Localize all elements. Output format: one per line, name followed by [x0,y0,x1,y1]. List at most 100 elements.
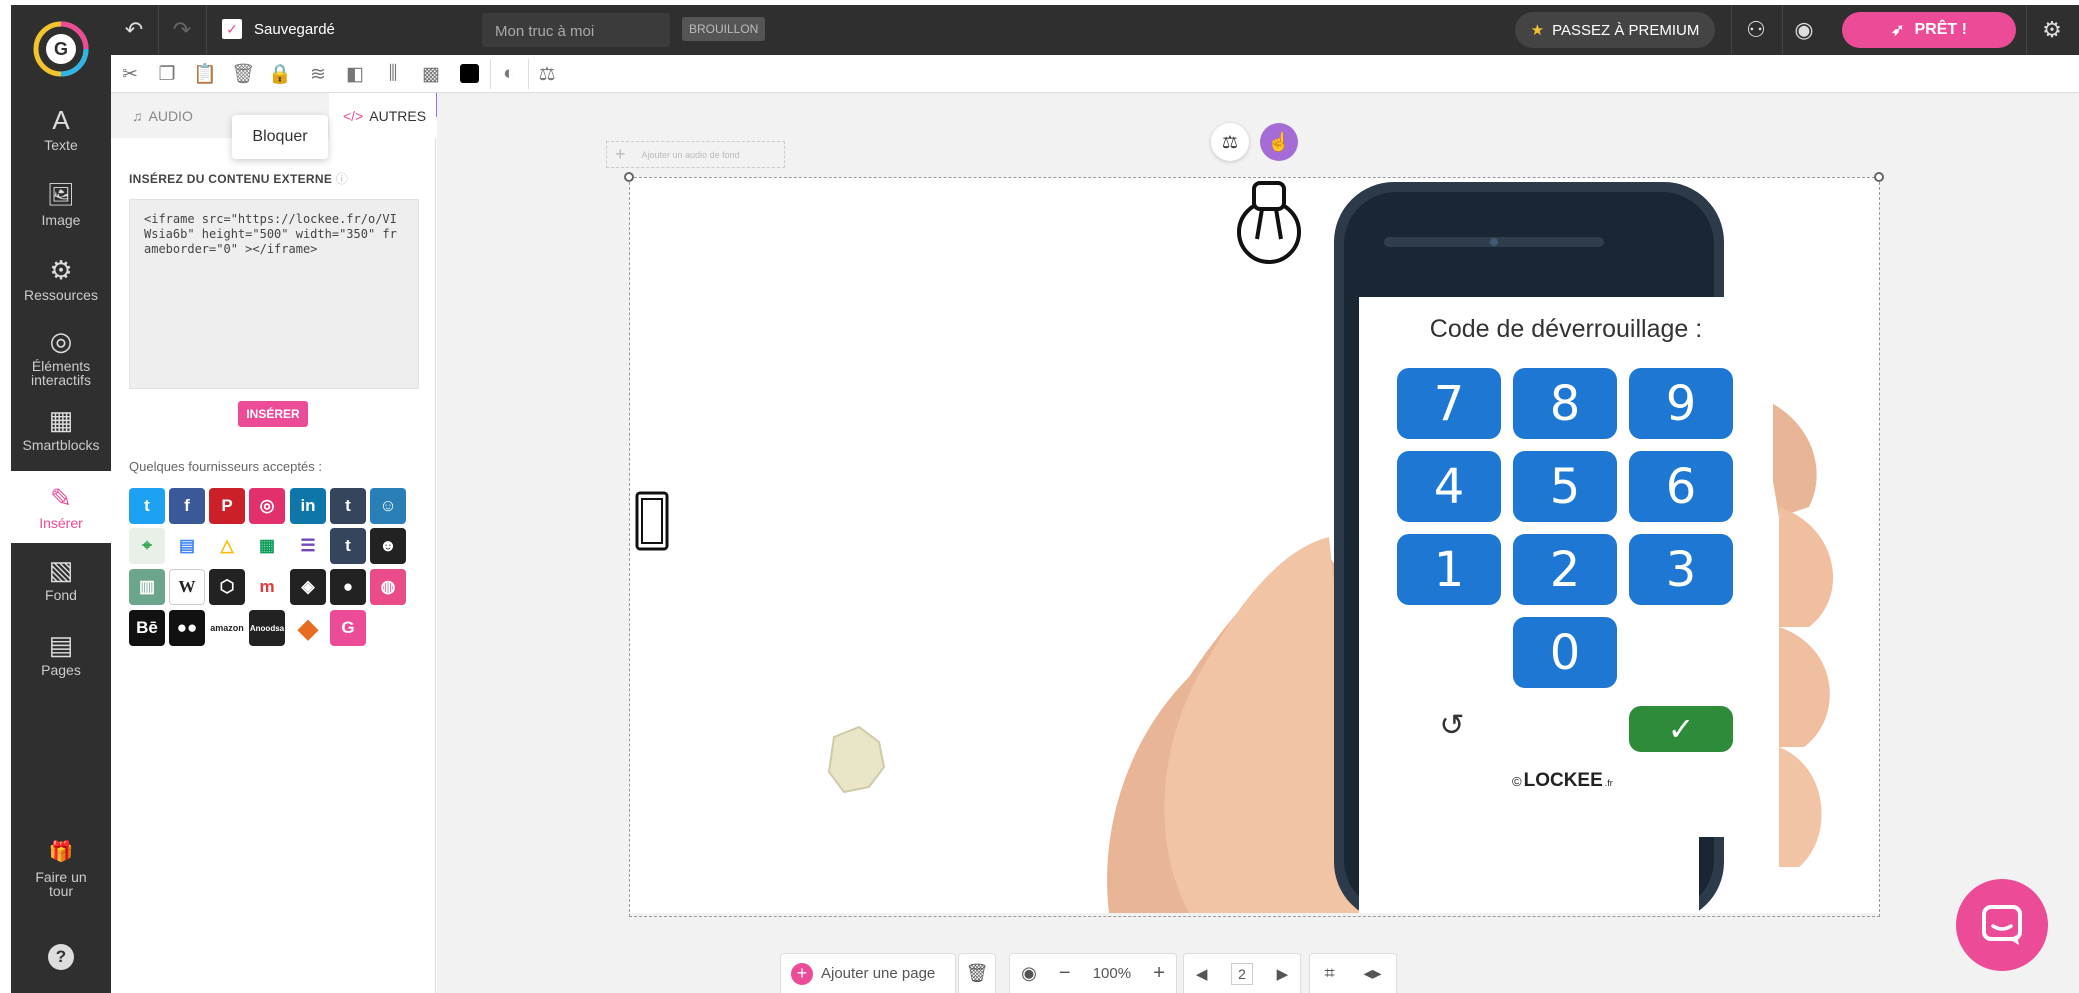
keypad-key-6[interactable]: 6 [1629,451,1733,522]
add-user-icon[interactable]: ⚇ [1738,10,1774,50]
meetup-icon: m [249,569,285,605]
tab-autres[interactable]: </> AUTRES [343,101,426,131]
transparency-icon[interactable]: ▩ [416,59,446,89]
crop-icon[interactable]: ⌗ [1324,963,1334,984]
premium-button[interactable]: ★ PASSEZ À PREMIUM [1515,12,1715,48]
left-edge [0,0,11,993]
lockee-brand: © LOCKEE .fr [1512,770,1613,792]
keypad-key-8[interactable]: 8 [1513,368,1617,439]
google-forms-icon: ☰ [290,528,326,564]
interactivity-bubble-icon[interactable]: ⚖ [1211,123,1249,161]
keypad-key-9[interactable]: 9 [1629,368,1733,439]
preview-eye-icon[interactable]: ◉ [1786,10,1822,50]
insert-icon: ✎ [50,483,72,513]
music-icon: ♫ [132,108,143,124]
separator [206,5,207,55]
interactivity-icon[interactable]: ⚖ [532,59,562,89]
svg-text:G: G [54,39,68,59]
ready-label: PRÊT ! [1914,21,1967,38]
sidebar-item-inserer[interactable]: ✎ Insérer [11,471,111,543]
section-title-text: INSÉREZ DU CONTENU EXTERNE [129,172,333,186]
text-icon: A [52,105,70,135]
linkedin-icon: in [290,488,326,524]
sidebar-item-label: Ressources [24,287,98,303]
wikipedia-icon: W [169,569,205,605]
providers-label: Quelques fournisseurs acceptés : [129,459,322,474]
duplicate-icon[interactable]: ❐ [152,59,182,89]
align-icon[interactable]: ⫼ [378,59,408,89]
chat-button[interactable] [1956,879,2048,971]
lock-icon[interactable]: 🔒 [265,59,295,89]
sidebar-item-interactifs[interactable]: ◎ Éléments interactifs [11,327,111,387]
add-page-icon: + [791,962,813,985]
keypad-key-0[interactable]: 0 [1513,617,1617,688]
insert-button[interactable]: INSÉRER [238,401,308,427]
ready-button[interactable]: ➶ PRÊT ! [1842,12,2016,48]
tumblr-icon: t [330,488,366,524]
fit-icon[interactable]: ◂▸ [1363,963,1381,984]
cut-icon[interactable]: ✂ [115,59,145,89]
amazon-icon: amazon [209,610,245,646]
sidebar-item-pages[interactable]: ▤ Pages [11,631,111,691]
background-audio-button[interactable]: + Ajouter un audio de fond [606,141,785,168]
sidebar-item-fond[interactable]: ▧ Fond [11,556,111,616]
paste-icon[interactable]: 📋 [190,59,220,89]
sidebar-item-image[interactable]: 🖼 Image [11,181,111,241]
sidebar-item-label: Fond [45,587,77,603]
resize-handle[interactable] [1874,172,1884,182]
zoom-level: 100% [1092,965,1132,982]
animation-bubble-icon[interactable]: ☝ [1260,123,1298,161]
redo-icon[interactable]: ↷ [164,10,200,50]
add-page-button[interactable]: + Ajouter une page [780,953,956,993]
resize-handle[interactable] [624,172,634,182]
tab-audio[interactable]: ♫ AUDIO [132,101,193,131]
sidebar-item-texte[interactable]: A Texte [11,106,111,166]
brand-domain: .fr [1604,778,1613,788]
analytics-icon: ▥ [129,569,165,605]
next-page-icon[interactable]: ▶ [1277,965,1289,983]
delete-icon[interactable]: 🗑 [228,59,258,89]
reset-icon[interactable]: ↺ [1437,709,1467,742]
chat-icon [1982,905,2022,945]
keypad-key-1[interactable]: 1 [1397,534,1501,605]
size-icon[interactable]: ◧ [340,59,370,89]
draft-badge: BROUILLON [682,17,766,41]
sketchfab-icon: ◆ [290,610,326,646]
plus-icon: + [615,144,626,164]
validate-button[interactable]: ✓ [1629,706,1733,752]
keypad-key-5[interactable]: 5 [1513,451,1617,522]
sidebar-item-ressources[interactable]: ⚙ Ressources [11,256,111,316]
zoom-out-icon[interactable]: − [1059,962,1071,985]
tour-button[interactable]: 🎁 Faire un tour [11,838,111,908]
google-maps-icon: ⌖ [129,528,165,564]
embed-code-textarea[interactable]: <iframe src="https://lockee.fr/o/VIWsia6… [129,199,419,389]
preview-eye-icon[interactable]: ◉ [1021,963,1037,984]
opacity-icon[interactable]: ◐ [494,59,524,89]
sidebar-item-label: Insérer [39,515,83,531]
prev-page-icon[interactable]: ◀ [1196,965,1208,983]
codepen-icon: ◈ [290,569,326,605]
keypad-key-7[interactable]: 7 [1397,368,1501,439]
settings-gear-icon[interactable]: ⚙ [2034,10,2070,50]
google-sheets-icon: ▦ [249,528,285,564]
saved-check-icon: ✓ [222,19,242,39]
layers-icon[interactable]: ≋ [303,59,333,89]
tumblr-t-icon: t [330,528,366,564]
genially-provider-icon: G [330,610,366,646]
undo-icon[interactable]: ↶ [116,10,152,50]
page-number[interactable]: 2 [1231,962,1253,985]
sidebar-item-smartblocks[interactable]: ▦ Smartblocks [11,406,111,466]
zoom-in-icon[interactable]: + [1153,962,1165,985]
help-icon[interactable]: ? [48,944,74,970]
sidebar-item-label: Pages [41,662,81,678]
audio-placeholder: Ajouter un audio de fond [641,149,740,160]
delete-page-icon[interactable]: 🗑 [958,953,996,993]
keypad-key-4[interactable]: 4 [1397,451,1501,522]
view-controls: ⌗ ◂▸ [1309,953,1397,993]
keypad-key-2[interactable]: 2 [1513,534,1617,605]
color-swatch[interactable] [460,64,479,83]
doc-title-field[interactable]: Mon truc à moi [482,13,670,47]
keypad-key-3[interactable]: 3 [1629,534,1733,605]
slideshare-icon: ☺ [370,488,406,524]
app-logo[interactable]: G [11,5,111,93]
